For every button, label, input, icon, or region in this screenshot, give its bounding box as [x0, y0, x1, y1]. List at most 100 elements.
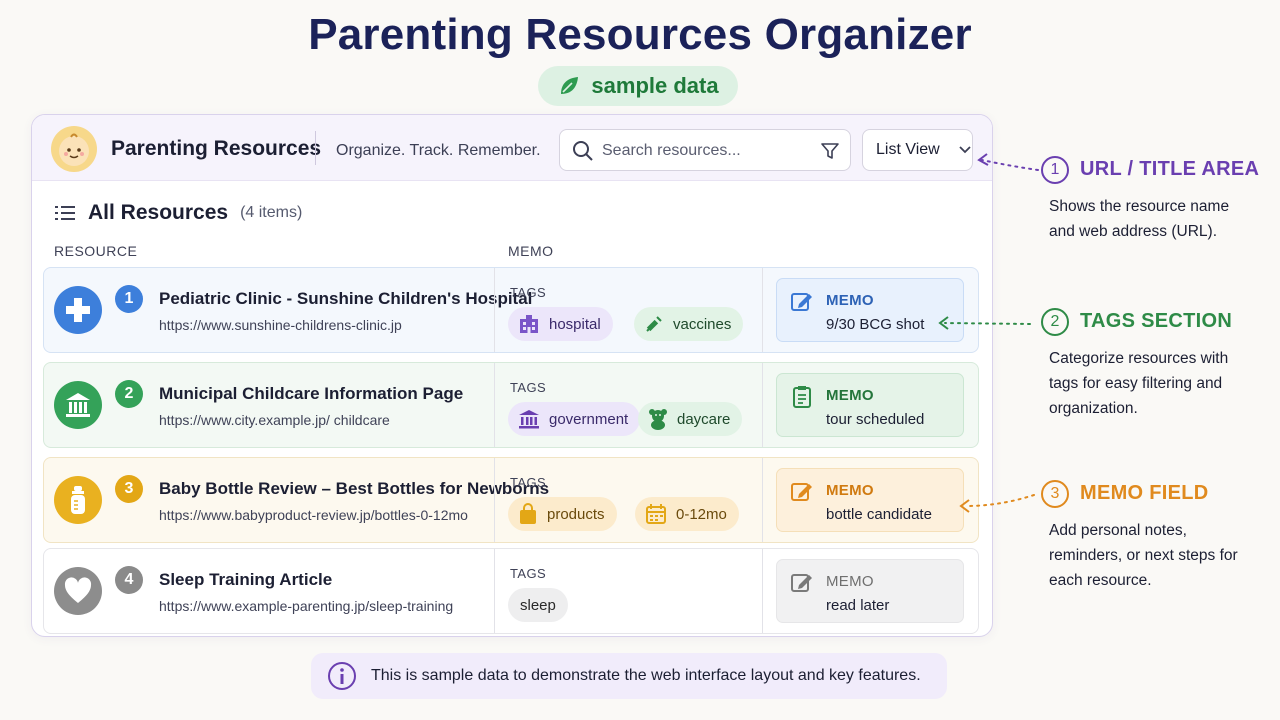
tag-daycare[interactable]: daycare: [638, 402, 743, 436]
resource-url[interactable]: https://www.sunshine-childrens-clinic.jp: [159, 317, 402, 333]
sample-data-notice: This is sample data to demonstrate the w…: [311, 653, 947, 699]
callout-description: Categorize resources with tags for easy …: [1049, 350, 1229, 417]
teddy-bear-icon: [649, 409, 667, 430]
header-divider: [315, 131, 316, 165]
resource-url[interactable]: https://www.city.example.jp/ childcare: [159, 412, 390, 428]
page-title: Parenting Resources Organizer: [308, 10, 972, 59]
medical-cross-icon: [54, 286, 102, 334]
resource-row[interactable]: 4 Sleep Training Article https://www.exa…: [43, 548, 979, 634]
resource-row[interactable]: 1 Pediatric Clinic - Sunshine Children's…: [43, 267, 979, 353]
tag-products[interactable]: products: [508, 497, 617, 531]
memo-label: MEMO: [826, 292, 874, 309]
callout-description: Shows the resource name and web address …: [1049, 198, 1230, 240]
memo-field[interactable]: MEMO bottle candidate: [776, 468, 964, 532]
resource-title[interactable]: Sleep Training Article: [159, 570, 332, 590]
clipboard-icon: [793, 386, 811, 408]
callout-heading: TAGS SECTION: [1080, 310, 1233, 332]
syringe-icon: [646, 316, 662, 332]
resource-title[interactable]: Municipal Childcare Information Page: [159, 384, 463, 404]
column-divider: [762, 549, 763, 633]
memo-field[interactable]: MEMO 9/30 BCG shot: [776, 278, 964, 342]
app-tagline: Organize. Track. Remember.: [336, 142, 541, 159]
memo-text[interactable]: tour scheduled: [826, 411, 924, 428]
search-box[interactable]: [559, 129, 851, 171]
tags-label: TAGS: [510, 285, 547, 300]
government-building-icon: [54, 381, 102, 429]
memo-label: MEMO: [826, 573, 874, 590]
column-divider: [494, 458, 495, 542]
chevron-down-icon: [959, 146, 971, 154]
list-heading: All Resources (4 items): [54, 201, 302, 225]
callout-heading: MEMO FIELD: [1080, 482, 1209, 504]
notice-text: This is sample data to demonstrate the w…: [371, 667, 921, 684]
resources-panel: Parenting Resources Organize. Track. Rem…: [31, 114, 993, 637]
row-number-badge: 4: [115, 566, 143, 594]
column-divider: [494, 363, 495, 447]
memo-field[interactable]: MEMO read later: [776, 559, 964, 623]
row-number-badge: 3: [115, 475, 143, 503]
resource-url[interactable]: https://www.babyproduct-review.jp/bottle…: [159, 507, 468, 523]
calendar-icon: [646, 504, 666, 524]
tag-label: government: [549, 410, 629, 428]
search-icon: [573, 141, 593, 161]
memo-text[interactable]: read later: [826, 597, 889, 614]
resource-title[interactable]: Baby Bottle Review – Best Bottles for Ne…: [159, 479, 549, 499]
shopping-bag-icon: [520, 503, 536, 524]
tag-government[interactable]: government: [508, 402, 641, 436]
resource-row[interactable]: 3 Baby Bottle Review – Best Bottles for …: [43, 457, 979, 543]
resource-row[interactable]: 2 Municipal Childcare Information Page h…: [43, 362, 979, 448]
list-icon: [55, 206, 75, 220]
memo-label: MEMO: [826, 482, 874, 499]
row-number-badge: 2: [115, 380, 143, 408]
leaf-icon: [561, 77, 579, 94]
sample-data-label: sample data: [591, 73, 719, 98]
callout-number: 1: [1041, 156, 1069, 184]
callout-description: Add personal notes, reminders, or next s…: [1049, 522, 1238, 589]
baby-bottle-icon: [54, 476, 102, 524]
tag-label: hospital: [549, 315, 601, 333]
info-icon: [328, 662, 356, 690]
resource-title[interactable]: Pediatric Clinic - Sunshine Children's H…: [159, 289, 532, 309]
panel-header: Parenting Resources Organize. Track. Rem…: [32, 115, 992, 181]
hospital-building-icon: [520, 315, 538, 333]
view-select[interactable]: List View: [862, 129, 973, 171]
tag-label: sleep: [520, 596, 556, 614]
tag-label: products: [547, 505, 605, 523]
tag-label: daycare: [677, 410, 731, 428]
search-input[interactable]: [602, 140, 802, 162]
column-divider: [762, 268, 763, 352]
item-count: (4 items): [240, 204, 303, 221]
memo-label: MEMO: [826, 387, 874, 404]
tag-hospital[interactable]: hospital: [508, 307, 613, 341]
callout-number: 3: [1041, 480, 1069, 508]
tag-label: 0-12mo: [676, 505, 727, 523]
filter-icon[interactable]: [820, 141, 840, 161]
tags-label: TAGS: [510, 566, 547, 581]
government-building-icon: [519, 410, 539, 429]
baby-avatar-icon: [51, 126, 97, 172]
tag-0-12mo[interactable]: 0-12mo: [635, 497, 739, 531]
memo-text[interactable]: bottle candidate: [826, 506, 932, 523]
tags-label: TAGS: [510, 475, 547, 490]
app-name: Parenting Resources: [111, 137, 322, 160]
column-header-resource: RESOURCE: [54, 243, 138, 259]
tags-label: TAGS: [510, 380, 547, 395]
row-number-badge: 1: [115, 285, 143, 313]
column-divider: [762, 458, 763, 542]
callout-number: 2: [1041, 308, 1069, 336]
tag-sleep[interactable]: sleep: [508, 588, 568, 622]
heart-icon: [54, 567, 102, 615]
column-divider: [762, 363, 763, 447]
column-header-memo: MEMO: [508, 243, 554, 259]
edit-icon: [791, 293, 812, 311]
column-divider: [494, 549, 495, 633]
edit-icon: [791, 574, 812, 592]
resource-url[interactable]: https://www.example-parenting.jp/sleep-t…: [159, 598, 453, 614]
list-heading-label: All Resources: [88, 201, 229, 224]
column-divider: [494, 268, 495, 352]
memo-text[interactable]: 9/30 BCG shot: [826, 316, 924, 333]
memo-field[interactable]: MEMO tour scheduled: [776, 373, 964, 437]
tag-vaccines[interactable]: vaccines: [634, 307, 744, 341]
view-select-value: List View: [876, 141, 940, 158]
callout-heading: URL / TITLE AREA: [1080, 158, 1260, 180]
